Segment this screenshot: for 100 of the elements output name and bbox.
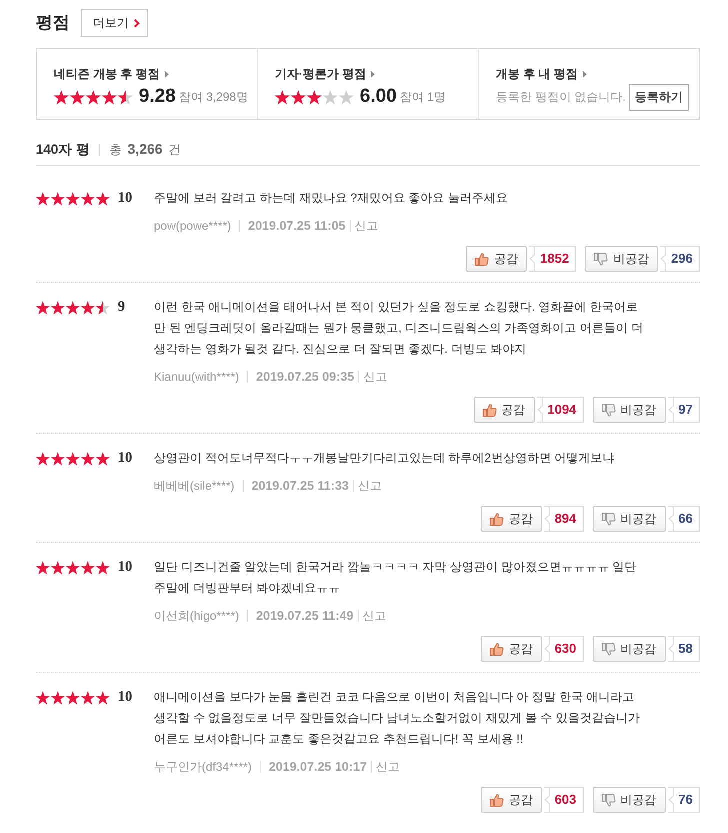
like-count: 1852	[529, 246, 576, 272]
thumbs-down-icon	[594, 252, 608, 266]
star-icon	[96, 300, 110, 314]
review-score: 10	[118, 188, 132, 208]
star-icon	[51, 192, 65, 206]
star-icon	[51, 690, 65, 704]
star-icon	[81, 300, 95, 314]
review-author: 베베베(sile****)	[154, 478, 235, 495]
star-icon	[307, 90, 322, 104]
caret-right-icon	[583, 70, 588, 78]
star-icon	[54, 90, 69, 104]
register-button[interactable]: 등록하기	[629, 84, 689, 110]
thumbs-up-icon	[482, 404, 497, 416]
star-icon	[51, 452, 65, 466]
star-icon	[81, 690, 95, 704]
star-icon	[36, 690, 50, 704]
rating-category-link[interactable]: 기자·평론가 평점	[275, 65, 376, 83]
rating-category-link[interactable]: 개봉 후 내 평점	[496, 65, 588, 83]
rating-score: 6.00	[360, 86, 397, 108]
review-date: 2019.07.25 11:05	[248, 218, 346, 235]
empty-rating-text: 등록한 평점이 없습니다.	[496, 89, 626, 106]
participant-count: 참여 1명	[400, 89, 446, 106]
star-icon	[36, 192, 50, 206]
total-count: 총 3,266 건	[109, 140, 182, 159]
like-count: 1094	[536, 397, 584, 423]
review-text: 이런 한국 애니메이션을 태어나서 본 적이 있던가 싶을 정도로 쇼킹했다. 영화끝에 한국어로 만 된 엔딩크레딧이 올라갈때는 뭔가 뭉클했고, 디즈니드림웍스의 가족영화이고 어른들이 더 생각하는 영화가 될것 같다. 진심으로 더 잘되면 좋겠다. 더빙도 봐야지	[154, 299, 644, 358]
thumbs-down-icon	[602, 642, 616, 656]
review-author: 누구인가(df34****)	[154, 759, 252, 776]
rating-category-link[interactable]: 네티즌 개봉 후 평점	[54, 65, 170, 83]
star-icon	[81, 560, 95, 574]
star-icon	[66, 560, 80, 574]
thumbs-down-icon	[602, 794, 616, 806]
review-text: 일단 디즈니건줄 알았는데 한국거라 깜놀ㅋㅋㅋㅋ 자막 상영관이 많아졌으면ㅠㅠㅠㅠ 일단 주말에 더빙판부터 봐야겠네요ㅠㅠ	[154, 559, 638, 597]
star-icon	[275, 90, 290, 104]
star-icon	[51, 560, 65, 574]
star-icon	[81, 452, 95, 466]
review-date: 2019.07.25 09:35	[256, 369, 354, 386]
review-score: 10	[118, 558, 132, 577]
star-icon	[96, 560, 110, 574]
star-icon	[66, 300, 80, 314]
thumbs-down-icon	[602, 404, 616, 416]
caret-right-icon	[371, 70, 376, 78]
star-icon	[339, 90, 354, 104]
review-author: Kianuu(with****)	[154, 369, 240, 386]
star-icon	[81, 192, 95, 206]
thumbs-up-icon	[490, 512, 504, 526]
like-count: 630	[544, 636, 584, 662]
like-count: 894	[544, 506, 584, 532]
section-title: 평점	[36, 12, 70, 34]
more-button[interactable]: 더보기	[81, 9, 148, 37]
review-date: 2019.07.25 11:49	[256, 608, 354, 625]
review-date: 2019.07.25 11:33	[252, 478, 350, 495]
star-icon	[86, 90, 101, 104]
star-icon	[291, 90, 306, 104]
star-icon	[36, 560, 50, 574]
star-icon	[36, 452, 50, 466]
caret-right-icon	[165, 70, 170, 78]
star-icon	[66, 192, 80, 206]
like-button[interactable]: 공감	[480, 787, 542, 813]
dislike-count: 66	[668, 506, 700, 532]
star-icon	[102, 90, 117, 104]
thumbs-down-icon	[602, 512, 616, 526]
review-date: 2019.07.25 10:17	[269, 759, 368, 776]
star-icon	[118, 90, 133, 104]
dislike-count: 296	[660, 246, 700, 272]
like-button[interactable]: 공감	[480, 636, 542, 662]
review-author: pow(powe****)	[154, 218, 232, 235]
dislike-count: 76	[668, 787, 700, 813]
review-text: 주말에 보러 갈려고 하는데 재밌나요 ?재밌어요 좋아요 눌러주세요	[154, 190, 510, 207]
dislike-button[interactable]: 비공감	[585, 246, 658, 272]
star-icon	[96, 192, 110, 206]
review-text: 상영관이 적어도너무적다ㅜㅜ개봉날만기다리고있는데 하루에2번상영하면 어떻게보냐	[154, 450, 616, 467]
participant-count: 참여 3,298명	[178, 89, 248, 106]
star-icon	[96, 690, 110, 704]
dislike-count: 58	[668, 636, 700, 662]
dislike-button[interactable]: 비공감	[592, 506, 666, 532]
chevron-right-icon	[134, 18, 140, 28]
star-icon	[51, 300, 65, 314]
dislike-button[interactable]: 비공감	[592, 397, 666, 423]
dislike-count: 97	[668, 397, 700, 423]
thumbs-up-icon	[490, 642, 504, 656]
star-icon	[323, 90, 338, 104]
dislike-button[interactable]: 비공감	[592, 636, 666, 662]
review-score: 10	[118, 448, 132, 468]
dislike-button[interactable]: 비공감	[592, 787, 666, 813]
thumbs-up-icon	[475, 252, 490, 266]
review-text: 애니메이션을 보다가 눈물 흘린건 코코 다음으로 이번이 처음입니다 아 정말 한국 애니라고 생각할 수 없을정도로 너무 잘만들었습니다 남녀노소할거없이 재밌게 볼 수 있을것같습니가 어른도 보셔야합니다 교훈도 좋은것같고요 추천드립니다! 꼭 보세용 !!	[154, 689, 642, 748]
star-icon	[66, 452, 80, 466]
like-button[interactable]: 공감	[474, 397, 535, 423]
review-score: 9	[118, 298, 126, 317]
like-count: 603	[544, 787, 584, 813]
star-icon	[70, 90, 85, 104]
review-score: 10	[118, 688, 132, 707]
like-button[interactable]: 공감	[480, 506, 542, 532]
star-icon	[36, 300, 50, 314]
rating-score: 9.28	[139, 86, 176, 108]
review-author: 이선희(higo****)	[154, 608, 240, 625]
star-icon	[96, 452, 110, 466]
list-title: 140자 평	[36, 140, 90, 158]
like-button[interactable]: 공감	[466, 246, 528, 272]
